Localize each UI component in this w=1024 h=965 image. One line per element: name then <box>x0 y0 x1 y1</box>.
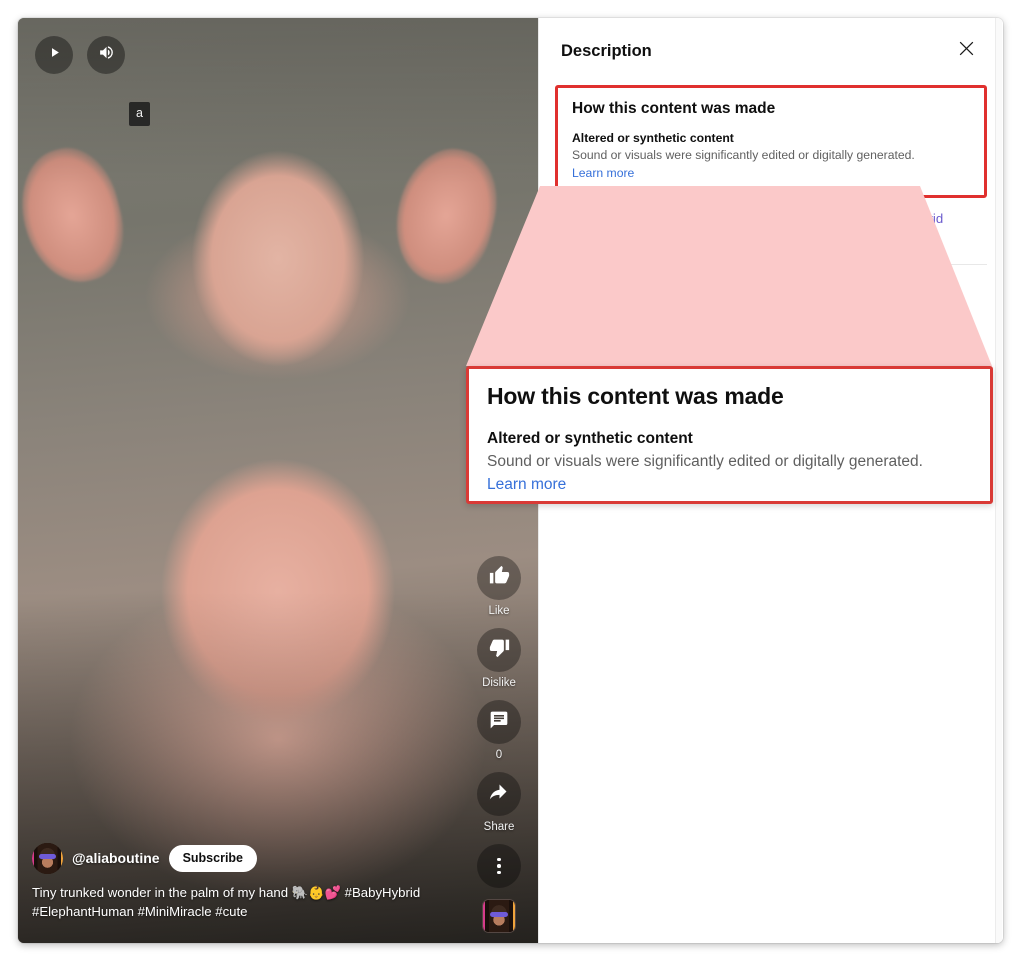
avatar-image <box>32 843 63 874</box>
screen-root: a Like Dis <box>0 0 1024 965</box>
comment-button[interactable]: 0 <box>477 700 521 761</box>
views-label: Views <box>699 306 843 318</box>
thumbs-down-icon <box>489 637 510 663</box>
dislike-button[interactable]: Dislike <box>477 628 521 689</box>
dislike-label: Dislike <box>482 677 516 689</box>
avatar-image <box>483 900 515 932</box>
like-icon-circle <box>477 556 521 600</box>
stats-row: 0 Likes 13 Views 5h Ago <box>539 265 1003 328</box>
age-label: Ago <box>843 306 987 318</box>
how-made-subheading: Altered or synthetic content <box>572 131 970 145</box>
description-header: Description <box>539 18 1003 76</box>
channel-row: @aliaboutine Subscribe <box>32 843 468 874</box>
description-text: Tiny trunked wonder in the palm of my ha… <box>539 198 1003 247</box>
description-body: Tiny trunked wonder in the palm of my ha… <box>555 211 868 226</box>
thumbs-up-icon <box>489 565 510 591</box>
channel-meta: @aliaboutine Subscribe Tiny trunked wond… <box>32 843 468 921</box>
more-icon-circle <box>477 844 521 888</box>
share-label: Share <box>484 821 515 833</box>
volume-button[interactable] <box>87 36 125 74</box>
play-icon <box>47 45 62 65</box>
kebab-menu-icon <box>497 858 501 875</box>
stat-views: 13 Views <box>699 283 843 318</box>
share-arrow-icon <box>489 781 510 807</box>
how-made-body: Sound or visuals were significantly edit… <box>572 147 970 164</box>
page-title: Description <box>561 42 652 61</box>
dislike-icon-circle <box>477 628 521 672</box>
channel-handle[interactable]: @aliaboutine <box>72 850 160 866</box>
action-rail: Like Dislike 0 <box>468 556 530 933</box>
callout-body: Sound or visuals were significantly edit… <box>487 452 972 472</box>
callout-learn-more-link[interactable]: Learn more <box>487 476 566 494</box>
play-button[interactable] <box>35 36 73 74</box>
comment-count: 0 <box>496 749 502 761</box>
age-value: 5h <box>843 283 987 301</box>
likes-label: Likes <box>555 306 699 318</box>
hashtag-babyhybrid[interactable]: #BabyHybrid <box>868 211 944 226</box>
video-art-detail-right <box>383 138 509 292</box>
rail-channel-avatar[interactable] <box>482 899 516 933</box>
likes-value: 0 <box>555 283 699 301</box>
frame-badge: a <box>129 102 150 126</box>
more-options-button[interactable] <box>477 844 521 888</box>
video-caption: Tiny trunked wonder in the palm of my ha… <box>32 883 422 921</box>
video-frame-image <box>18 18 538 943</box>
close-button[interactable] <box>951 36 981 66</box>
panel-scrollbar[interactable] <box>995 18 1002 943</box>
how-made-heading: How this content was made <box>572 100 970 118</box>
like-label: Like <box>488 605 509 617</box>
callout-heading: How this content was made <box>487 383 972 410</box>
subscribe-button[interactable]: Subscribe <box>169 845 257 872</box>
like-button[interactable]: Like <box>477 556 521 617</box>
how-content-was-made-callout: How this content was made Altered or syn… <box>466 366 993 504</box>
comment-icon-circle <box>477 700 521 744</box>
callout-subheading: Altered or synthetic content <box>487 430 972 448</box>
learn-more-link[interactable]: Learn more <box>572 166 634 180</box>
avatar[interactable] <box>32 843 63 874</box>
stat-age: 5h Ago <box>843 283 987 318</box>
comment-icon <box>489 710 509 735</box>
video-player[interactable]: a Like Dis <box>18 18 538 943</box>
hashtags-second-line[interactable]: #ElephantHuman #MiniMiracle #cute <box>555 230 771 245</box>
video-art-detail-left <box>18 138 135 292</box>
media-controls <box>35 36 125 74</box>
share-icon-circle <box>477 772 521 816</box>
close-icon <box>957 39 976 63</box>
how-content-was-made-card: How this content was made Altered or syn… <box>555 85 987 198</box>
share-button[interactable]: Share <box>477 772 521 833</box>
volume-icon <box>98 44 115 66</box>
stat-likes: 0 Likes <box>555 283 699 318</box>
views-value: 13 <box>699 283 843 301</box>
